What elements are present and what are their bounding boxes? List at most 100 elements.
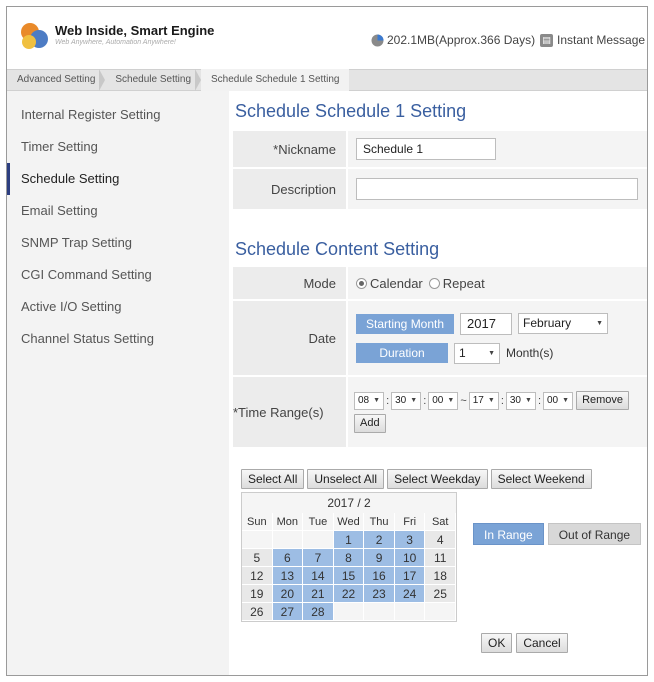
cancel-button[interactable]: Cancel: [516, 633, 568, 653]
add-time-range-button[interactable]: Add: [354, 414, 386, 433]
calendar-day-26[interactable]: 26: [242, 603, 273, 621]
range-legend: In Range Out of Range: [473, 523, 642, 545]
calendar-day-28[interactable]: 28: [303, 603, 334, 621]
instant-message-link[interactable]: ▤ Instant Message: [540, 33, 645, 47]
in-range-button[interactable]: In Range: [473, 523, 544, 545]
calendar-empty-cell: [394, 603, 426, 621]
select-weekday-button[interactable]: Select Weekday: [387, 469, 488, 489]
header: Web Inside, Smart Engine Web Anywhere, A…: [7, 7, 647, 69]
duration-label: Duration: [356, 343, 448, 363]
calendar-title: 2017 / 2: [327, 496, 371, 510]
end-second-value: 00: [547, 394, 559, 406]
calendar-day-24[interactable]: 24: [394, 585, 426, 603]
sidebar: Internal Register Setting Timer Setting …: [7, 91, 229, 675]
calendar-day-21[interactable]: 21: [303, 585, 334, 603]
duration-select[interactable]: 1 ▼: [454, 342, 500, 364]
time-range-label: *Time Range(s): [233, 404, 324, 420]
calendar-day-8[interactable]: 8: [333, 549, 365, 567]
date-row: Date Starting Month 2017 February ▼ Dura…: [233, 301, 647, 377]
storage-text: 202.1MB(Approx.366 Days): [387, 33, 536, 47]
mode-row: Mode Calendar Repeat: [233, 267, 647, 301]
content-section-title: Schedule Content Setting: [235, 239, 440, 259]
calendar-day-12[interactable]: 12: [242, 567, 273, 585]
calendar-selection-buttons: Select All Unselect All Select Weekday S…: [241, 469, 592, 489]
start-minute-select[interactable]: 30 ▼: [391, 391, 422, 410]
ok-button[interactable]: OK: [481, 633, 513, 653]
breadcrumb-advanced-setting[interactable]: Advanced Setting: [7, 69, 105, 91]
sidebar-item-email[interactable]: Email Setting: [7, 195, 229, 227]
page-title: Schedule Schedule 1 Setting: [235, 101, 467, 121]
start-minute-value: 30: [395, 394, 407, 406]
description-input[interactable]: [356, 178, 638, 200]
calendar-empty-cell: [242, 531, 273, 549]
unselect-all-button[interactable]: Unselect All: [307, 469, 385, 489]
calendar-day-20[interactable]: 20: [272, 585, 304, 603]
breadcrumb-schedule-setting[interactable]: Schedule Setting: [99, 69, 201, 91]
calendar-day-15[interactable]: 15: [333, 567, 365, 585]
out-of-range-button[interactable]: Out of Range: [547, 523, 642, 545]
sidebar-item-schedule[interactable]: Schedule Setting: [7, 163, 229, 195]
select-all-button[interactable]: Select All: [241, 469, 305, 489]
calendar-day-5[interactable]: 5: [242, 549, 273, 567]
calendar-day-2[interactable]: 2: [364, 531, 395, 549]
sidebar-item-timer[interactable]: Timer Setting: [7, 131, 229, 163]
year-input[interactable]: 2017: [460, 312, 513, 335]
calendar-radio[interactable]: [356, 277, 367, 289]
breadcrumb: Advanced Setting Schedule Setting Schedu…: [7, 69, 647, 91]
basic-settings-table: *Nickname Description: [233, 131, 647, 211]
calendar-day-22[interactable]: 22: [333, 585, 365, 603]
nickname-input[interactable]: [356, 138, 496, 160]
nickname-row: *Nickname: [233, 131, 647, 169]
storage-status: 202.1MB(Approx.366 Days): [371, 33, 535, 47]
end-hour-select[interactable]: 17 ▼: [468, 391, 499, 410]
mode-repeat-option[interactable]: Repeat: [428, 275, 485, 291]
calendar-grid: Sun Mon Tue Wed Thu Fri Sat 1 2 3 4 5 6 …: [242, 513, 456, 621]
calendar: 2017 / 2 Sun Mon Tue Wed Thu Fri Sat 1 2…: [241, 492, 457, 622]
calendar-day-14[interactable]: 14: [303, 567, 334, 585]
sidebar-item-active-io[interactable]: Active I/O Setting: [7, 291, 229, 323]
brand-title: Web Inside, Smart Engine: [55, 23, 215, 38]
logo-icon: [21, 23, 48, 49]
chevron-down-icon: ▼: [596, 320, 604, 327]
calendar-day-27[interactable]: 27: [272, 603, 304, 621]
calendar-empty-cell: [333, 603, 365, 621]
start-second-select[interactable]: 00 ▼: [428, 391, 459, 410]
storage-icon: [371, 34, 384, 46]
month-select[interactable]: February ▼: [518, 313, 609, 334]
remove-time-range-button[interactable]: Remove: [576, 391, 630, 410]
sidebar-item-snmp-trap[interactable]: SNMP Trap Setting: [7, 227, 229, 259]
sidebar-item-cgi-command[interactable]: CGI Command Setting: [7, 259, 229, 291]
weekday-header: Fri: [394, 513, 426, 531]
time-separator: :: [500, 394, 504, 407]
calendar-day-7[interactable]: 7: [303, 549, 334, 567]
sidebar-item-internal-register[interactable]: Internal Register Setting: [7, 99, 229, 131]
calendar-day-25[interactable]: 25: [425, 585, 456, 603]
date-label: Date: [308, 330, 336, 346]
calendar-day-13[interactable]: 13: [272, 567, 304, 585]
weekday-header: Tue: [303, 513, 334, 531]
calendar-day-11[interactable]: 11: [425, 549, 456, 567]
repeat-radio-label: Repeat: [442, 275, 485, 291]
calendar-day-19[interactable]: 19: [242, 585, 273, 603]
calendar-day-9[interactable]: 9: [364, 549, 395, 567]
calendar-day-6[interactable]: 6: [272, 549, 304, 567]
start-hour-value: 08: [358, 394, 370, 406]
calendar-day-16[interactable]: 16: [364, 567, 395, 585]
breadcrumb-current: Schedule Schedule 1 Setting: [194, 69, 350, 91]
select-weekend-button[interactable]: Select Weekend: [490, 469, 592, 489]
end-minute-select[interactable]: 30 ▼: [505, 391, 536, 410]
calendar-day-4[interactable]: 4: [425, 531, 456, 549]
calendar-day-17[interactable]: 17: [394, 567, 426, 585]
start-hour-select[interactable]: 08 ▼: [354, 391, 385, 410]
calendar-day-18[interactable]: 18: [425, 567, 456, 585]
mode-calendar-option[interactable]: Calendar: [356, 276, 423, 291]
sidebar-item-channel-status[interactable]: Channel Status Setting: [7, 323, 229, 355]
repeat-radio[interactable]: [428, 277, 440, 289]
calendar-day-10[interactable]: 10: [394, 549, 426, 567]
calendar-day-23[interactable]: 23: [364, 585, 395, 603]
calendar-day-3[interactable]: 3: [394, 531, 426, 549]
end-second-select[interactable]: 00 ▼: [543, 391, 574, 410]
start-second-value: 00: [432, 394, 444, 406]
calendar-empty-cell: [364, 603, 395, 621]
calendar-day-1[interactable]: 1: [333, 531, 365, 549]
